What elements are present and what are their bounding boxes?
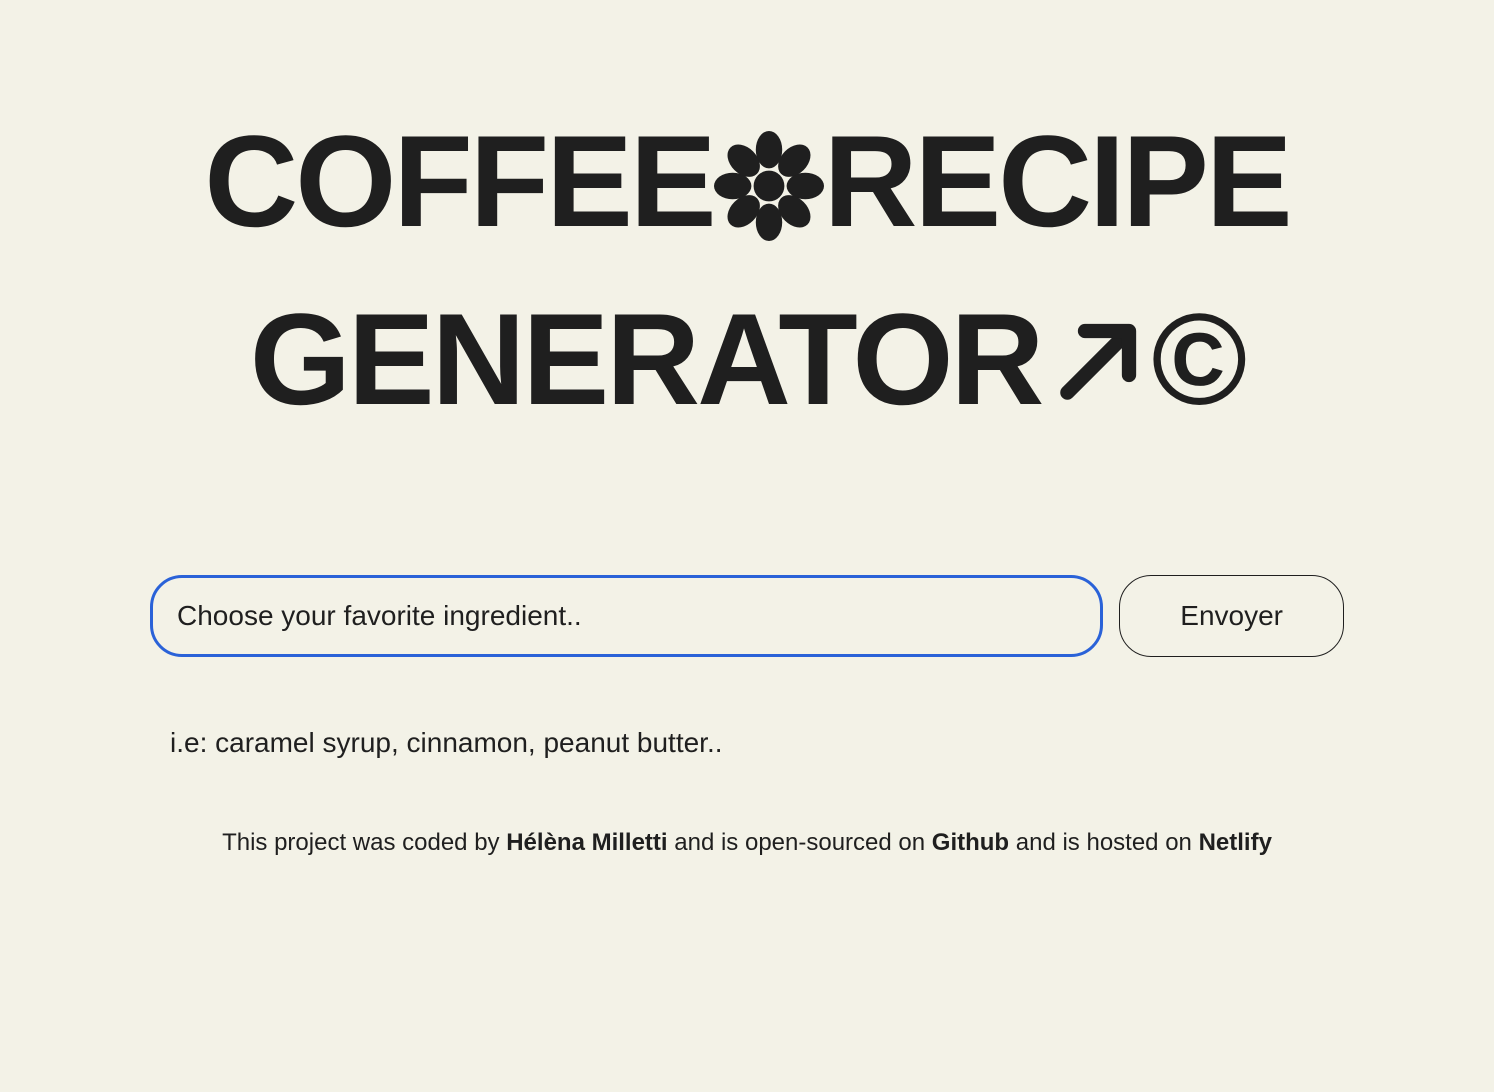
copyright-symbol: © [1151,286,1244,432]
page-title: COFFEE RECIPE GENERATOR © [60,100,1434,455]
arrow-up-right-icon [1041,293,1151,456]
ingredient-hint: i.e: caramel syrup, cinnamon, peanut but… [170,727,1434,759]
footer-text: and is hosted on [1009,829,1198,856]
asterisk-flower-icon [714,115,824,278]
github-link[interactable]: Github [932,829,1009,856]
title-word-coffee: COFFEE [204,108,713,254]
author-link[interactable]: Hélèna Milletti [506,829,667,856]
title-word-recipe: RECIPE [824,108,1290,254]
submit-button[interactable]: Envoyer [1119,575,1344,657]
footer-credits: This project was coded by Hélèna Millett… [60,829,1434,857]
netlify-link[interactable]: Netlify [1199,829,1272,856]
ingredient-form: Envoyer [150,575,1344,657]
title-word-generator: GENERATOR [250,286,1042,432]
footer-text: This project was coded by [222,829,506,856]
footer-text: and is open-sourced on [668,829,932,856]
ingredient-input[interactable] [150,575,1103,657]
